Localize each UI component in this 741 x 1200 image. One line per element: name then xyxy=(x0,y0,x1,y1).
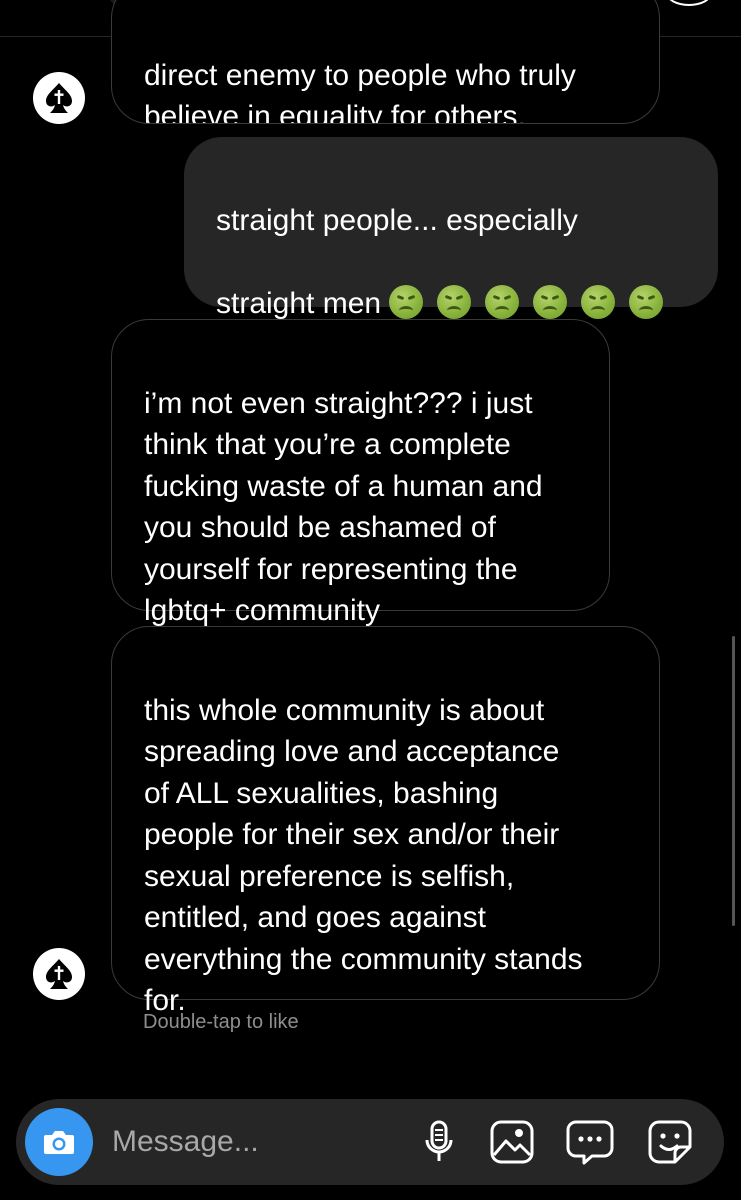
nauseated-face-icon xyxy=(485,284,520,319)
message-input[interactable] xyxy=(112,1123,402,1161)
contact-avatar[interactable] xyxy=(33,72,85,124)
message-text: this whole community is about spreading … xyxy=(144,693,583,1018)
camera-button[interactable] xyxy=(25,1108,93,1176)
double-tap-hint: Double-tap to like xyxy=(143,1011,299,1033)
nauseated-face-icon xyxy=(629,284,664,319)
video-call-icon[interactable] xyxy=(666,0,712,6)
nauseated-face-icon xyxy=(533,284,568,319)
message-line: straight men xyxy=(216,286,382,320)
scrollbar[interactable] xyxy=(732,636,735,926)
received-message[interactable]: direct enemy to people who truly believe… xyxy=(111,0,660,124)
nauseated-face-icon xyxy=(389,284,424,319)
chat-bubble-icon xyxy=(566,1120,614,1165)
message-composer xyxy=(16,1099,724,1185)
message-text: i’m not even straight??? i just think th… xyxy=(144,386,543,628)
microphone-button[interactable] xyxy=(415,1118,463,1166)
gallery-icon xyxy=(490,1120,534,1164)
received-message[interactable]: i’m not even straight??? i just think th… xyxy=(111,319,610,627)
contact-avatar[interactable] xyxy=(33,948,85,1000)
camera-icon xyxy=(44,1131,74,1154)
nauseated-face-icon xyxy=(437,284,472,319)
message-line: straight people... especially xyxy=(216,203,578,237)
nauseated-face-icon xyxy=(581,284,616,319)
gallery-button[interactable] xyxy=(488,1118,536,1166)
microphone-icon xyxy=(425,1120,453,1161)
message-line-with-emoji: straight men xyxy=(216,283,698,325)
spade-cross-icon xyxy=(46,959,72,989)
spade-cross-icon xyxy=(46,83,72,113)
sent-message[interactable]: straight people... especially straight m… xyxy=(184,137,718,403)
sticker-button[interactable] xyxy=(646,1118,694,1166)
message-text: direct enemy to people who truly believe… xyxy=(144,58,576,124)
received-message[interactable]: this whole community is about spreading … xyxy=(111,626,660,1017)
sticker-icon xyxy=(648,1120,692,1164)
chat-bubble-button[interactable] xyxy=(566,1118,614,1166)
